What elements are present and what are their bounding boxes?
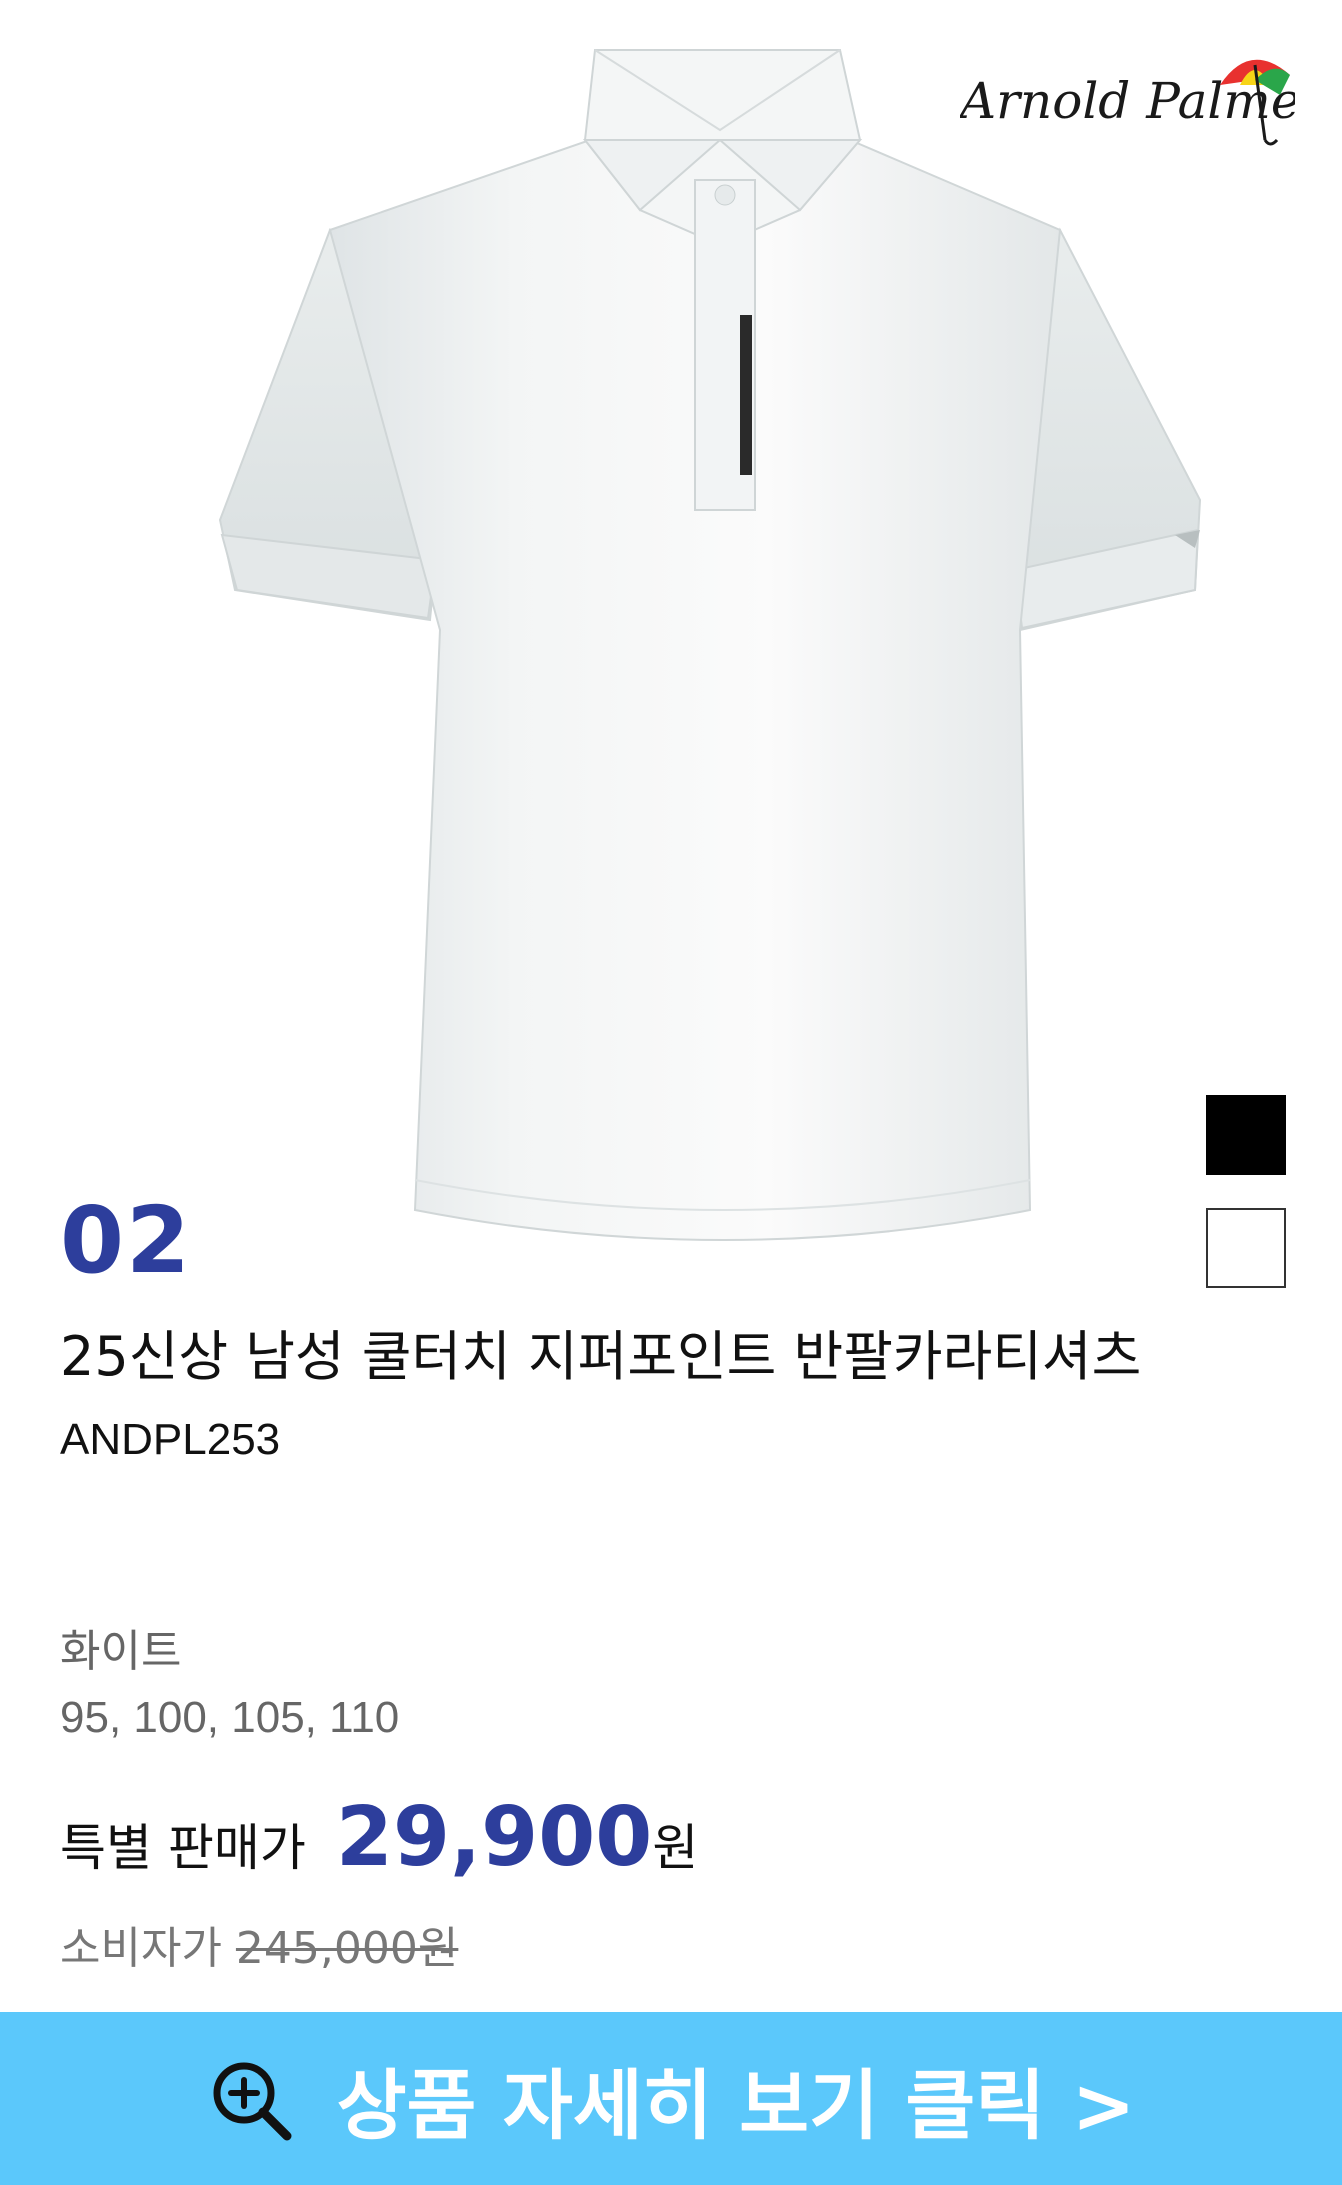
sale-price-value: 29,900: [335, 1790, 653, 1885]
product-code: ANDPL253: [60, 1415, 281, 1464]
color-swatch-black[interactable]: [1206, 1095, 1286, 1175]
view-details-button[interactable]: 상품 자세히 보기 클릭 >: [0, 2012, 1342, 2185]
size-list: 95, 100, 105, 110: [60, 1693, 400, 1742]
product-title: 25신상 남성 쿨터치 지퍼포인트 반팔카라티셔츠: [60, 1325, 1142, 1388]
item-number: 02: [60, 1187, 193, 1294]
msrp-row: 소비자가 245,000원: [60, 1912, 458, 1976]
sale-price-row: 특별 판매가 29,900 원: [60, 1790, 698, 1885]
color-name: 화이트: [60, 1626, 182, 1677]
product-image: [200, 30, 1250, 1290]
color-swatch-white[interactable]: [1206, 1208, 1286, 1288]
msrp-value: 245,000원: [235, 1923, 459, 1974]
zoom-in-icon: [207, 2056, 293, 2142]
sale-price-label: 특별 판매가: [60, 1819, 306, 1877]
brand-logo: Arnold Palmer: [960, 40, 1295, 150]
msrp-label: 소비자가: [60, 1923, 222, 1974]
sale-price-unit: 원: [652, 1819, 699, 1877]
view-details-label: 상품 자세히 보기 클릭 >: [336, 2060, 1136, 2150]
